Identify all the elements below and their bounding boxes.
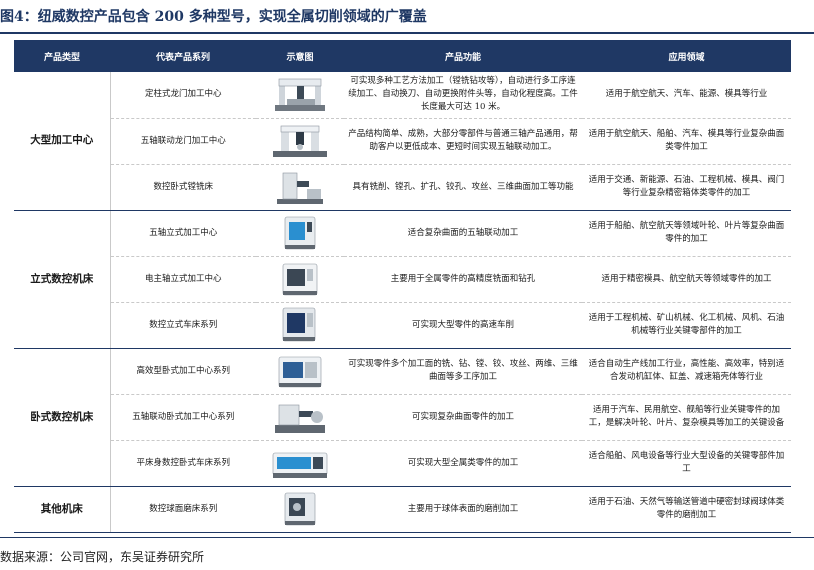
header-application: 应用领域 — [582, 40, 791, 72]
product-table: 产品类型 代表产品系列 示意图 产品功能 应用领域 大型加工中心 定柱式龙门加工… — [14, 40, 791, 533]
function-cell: 主要用于球体表面的磨削加工 — [344, 486, 582, 533]
diagram-cell — [256, 394, 344, 441]
table-row: 平床身数控卧式车床系列 可实现大型全属类零件的加工 适合船舶、风电设备等行业大型… — [14, 440, 791, 487]
vertical-lathe-icon — [282, 307, 316, 342]
header-product-type: 产品类型 — [14, 40, 110, 72]
source-note: 数据来源：公司官网，东吴证券研究所 — [0, 550, 205, 564]
spindle-vertical-icon — [282, 263, 318, 296]
function-cell: 适合复杂曲面的五轴联动加工 — [344, 210, 582, 257]
title-rule — [0, 32, 814, 34]
boring-milling-machine-icon — [277, 172, 323, 204]
horizontal-machining-center-icon — [278, 356, 322, 388]
function-cell: 具有铣削、镗孔、扩孔、铰孔、攻丝、三维曲面加工等功能 — [344, 164, 582, 211]
diagram-cell — [256, 72, 344, 119]
diagram-cell — [256, 164, 344, 211]
flat-bed-lathe-icon — [272, 452, 328, 478]
category-cell: 卧式数控机床 — [14, 348, 111, 487]
five-axis-gantry-icon — [273, 125, 327, 157]
series-cell: 电主轴立式加工中心 — [110, 256, 256, 303]
diagram-cell — [256, 210, 344, 257]
series-cell: 五轴立式加工中心 — [110, 210, 256, 257]
series-cell: 平床身数控卧式车床系列 — [110, 440, 256, 487]
series-cell: 五轴联动卧式加工中心系列 — [110, 394, 256, 441]
series-cell: 定柱式龙门加工中心 — [110, 72, 256, 119]
category-cell: 大型加工中心 — [14, 72, 111, 211]
series-cell: 数控立式车床系列 — [110, 302, 256, 349]
application-cell: 适用于精密模具、航空航天等领域零件的加工 — [582, 256, 791, 303]
category-cell: 立式数控机床 — [14, 210, 111, 349]
application-cell: 适用于交通、新能源、石油、工程机械、模具、阀门等行业复杂精密箱体类零件的加工 — [582, 164, 791, 211]
application-cell: 适用于航空航天、汽车、能源、模具等行业 — [582, 72, 791, 119]
gantry-machining-center-icon — [275, 78, 325, 111]
header-series: 代表产品系列 — [110, 40, 256, 72]
application-cell: 适用于航空航天、船舶、汽车、模具等行业复杂曲面类零件加工 — [582, 118, 791, 165]
header-diagram: 示意图 — [256, 40, 344, 72]
five-axis-horizontal-icon — [275, 404, 325, 433]
function-cell: 可实现多种工艺方法加工（镗铣钻攻等），自动进行多工序连续加工、自动换刀、自动更换… — [344, 72, 582, 119]
table-row: 其他机床 数控球面磨床系列 主要用于球体表面的磨削加工 适用于石油、天然气等输送… — [14, 486, 791, 533]
diagram-cell — [256, 302, 344, 349]
table-row: 数控立式车床系列 可实现大型零件的高速车削 适用于工程机械、矿山机械、化工机械、… — [14, 302, 791, 349]
series-cell: 五轴联动龙门加工中心 — [110, 118, 256, 165]
diagram-cell — [256, 486, 344, 533]
function-cell: 可实现复杂曲面零件的加工 — [344, 394, 582, 441]
application-cell: 适合船舶、风电设备等行业大型设备的关键零部件加工 — [582, 440, 791, 487]
series-cell: 高效型卧式加工中心系列 — [110, 348, 256, 395]
function-cell: 可实现大型零件的高速车削 — [344, 302, 582, 349]
table-row: 五轴联动龙门加工中心 产品结构简单、成熟，大部分零部件与普通三轴产品通用，帮助客… — [14, 118, 791, 165]
diagram-cell — [256, 348, 344, 395]
diagram-cell — [256, 256, 344, 303]
series-cell: 数控球面磨床系列 — [110, 486, 256, 533]
table-row: 大型加工中心 定柱式龙门加工中心 可实现多种工艺方法加工（镗铣钻攻等），自动进行… — [14, 72, 791, 211]
spherical-grinder-icon — [284, 492, 316, 526]
diagram-cell — [256, 118, 344, 165]
table-row: 立式数控机床 五轴立式加工中心 适合复杂曲面的五轴联动加工 适用于船舶、航空航天… — [14, 210, 791, 349]
table-header-row: 产品类型 代表产品系列 示意图 产品功能 应用领域 — [14, 40, 791, 72]
application-cell: 适合自动生产线加工行业，高性能、高效率，特别适合发动机缸体、缸盖、减速箱壳体等行… — [582, 348, 791, 395]
function-cell: 可实现零件多个加工面的铣、钻、镗、铰、攻丝、两维、三维曲面等多工序加工 — [344, 348, 582, 395]
header-function: 产品功能 — [344, 40, 582, 72]
five-axis-vertical-icon — [284, 216, 316, 250]
series-cell: 数控卧式镗铣床 — [110, 164, 256, 211]
table-row: 五轴联动卧式加工中心系列 可实现复杂曲面零件的加工 适用于汽车、民用航空、舰船等… — [14, 394, 791, 441]
function-cell: 主要用于全属零件的高精度铣面和钻孔 — [344, 256, 582, 303]
table-row: 数控卧式镗铣床 具有铣削、镗孔、扩孔、铰孔、攻丝、三维曲面加工等功能 适用于交通… — [14, 164, 791, 211]
application-cell: 适用于工程机械、矿山机械、化工机械、风机、石油机械等行业关键零部件的加工 — [582, 302, 791, 349]
function-cell: 可实现大型全属类零件的加工 — [344, 440, 582, 487]
category-cell: 其他机床 — [14, 486, 111, 533]
table-row: 电主轴立式加工中心 主要用于全属零件的高精度铣面和钻孔 适用于精密模具、航空航天… — [14, 256, 791, 303]
diagram-cell — [256, 440, 344, 487]
application-cell: 适用于石油、天然气等输送管道中硬密封球阀球体类零件的磨削加工 — [582, 486, 791, 533]
application-cell: 适用于船舶、航空航天等领域叶轮、叶片等复杂曲面零件的加工 — [582, 210, 791, 257]
bottom-rule — [0, 537, 814, 538]
figure-title: 图4：纽威数控产品包含 200 多种型号，实现全属切削领域的广覆盖 — [0, 9, 427, 25]
application-cell: 适用于汽车、民用航空、舰船等行业关键零件的加工，是解决叶轮、叶片、复杂模具等加工… — [582, 394, 791, 441]
table-row: 卧式数控机床 高效型卧式加工中心系列 可实现零件多个加工面的铣、钻、镗、铰、攻丝… — [14, 348, 791, 487]
function-cell: 产品结构简单、成熟，大部分零部件与普通三轴产品通用，帮助客户以更低成本、更短时间… — [344, 118, 582, 165]
